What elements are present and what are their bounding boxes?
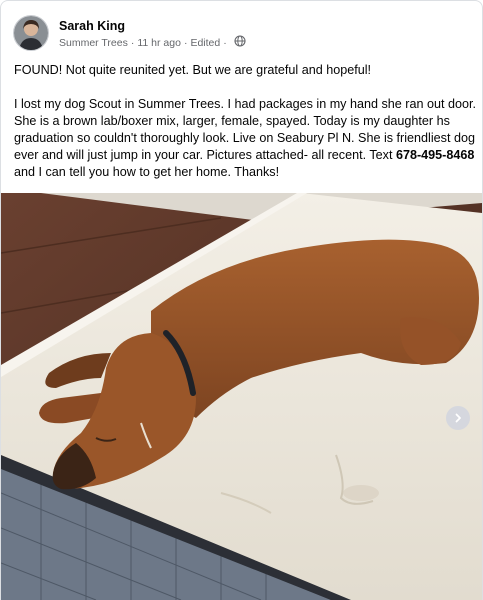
- author-name[interactable]: Sarah King: [59, 18, 246, 34]
- phone-number[interactable]: 678-495-8468: [396, 148, 474, 162]
- separator: ·: [130, 37, 135, 49]
- post-header: Sarah King Summer Trees · 11 hr ago · Ed…: [13, 15, 246, 55]
- globe-icon: [230, 35, 246, 51]
- chevron-right-icon: [455, 413, 461, 423]
- facebook-post: Sarah King Summer Trees · 11 hr ago · Ed…: [0, 0, 483, 600]
- post-paragraph-1: FOUND! Not quite reunited yet. But we ar…: [14, 63, 372, 77]
- edited-label[interactable]: Edited: [190, 36, 220, 50]
- post-timestamp[interactable]: 11 hr ago: [137, 36, 181, 50]
- post-subline: Summer Trees · 11 hr ago · Edited ·: [59, 35, 246, 51]
- dog-photo[interactable]: [1, 193, 482, 600]
- post-body: FOUND! Not quite reunited yet. But we ar…: [14, 62, 476, 181]
- next-photo-button[interactable]: [446, 406, 470, 430]
- paragraph-2-ending: and I can tell you how to get her home. …: [14, 165, 280, 179]
- post-meta: Sarah King Summer Trees · 11 hr ago · Ed…: [59, 18, 246, 51]
- author-avatar[interactable]: [13, 15, 49, 51]
- group-name[interactable]: Summer Trees: [59, 36, 128, 50]
- separator: ·: [183, 37, 188, 49]
- post-paragraph-2: I lost my dog Scout in Summer Trees. I h…: [14, 96, 476, 181]
- separator: ·: [223, 37, 227, 49]
